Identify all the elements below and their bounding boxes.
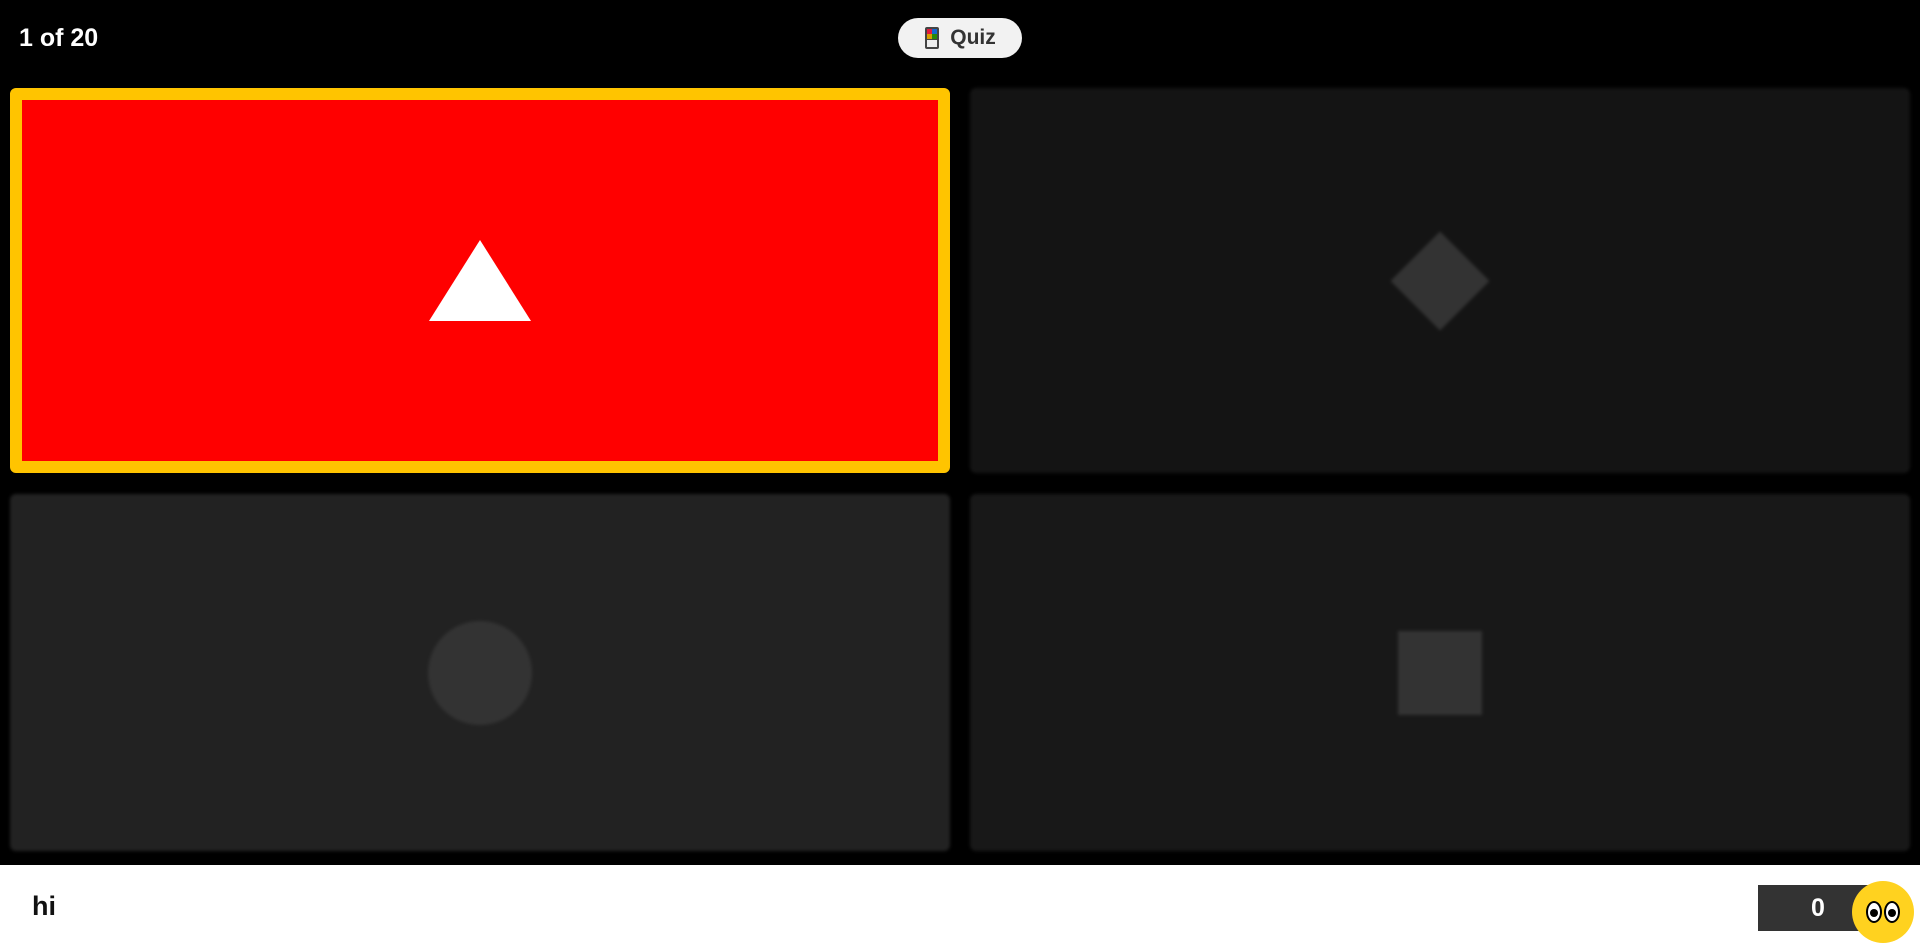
circle-icon (428, 620, 532, 725)
left-eye (1866, 901, 1882, 923)
diamond-icon (1390, 231, 1490, 330)
triangle-icon (429, 240, 531, 321)
googly-eyes-avatar-icon (1852, 881, 1914, 943)
answer-circle-button[interactable] (10, 494, 950, 851)
top-bar: 1 of 20 Quiz (0, 0, 1920, 84)
quiz-cards-icon (924, 26, 940, 50)
answer-square-button[interactable] (970, 494, 1910, 851)
bottom-bar: hi 0 (0, 865, 1920, 948)
answer-diamond-button[interactable] (970, 88, 1910, 473)
question-progress: 1 of 20 (19, 24, 99, 52)
square-icon (1398, 630, 1482, 715)
answer-triangle-button[interactable] (10, 88, 950, 473)
answer-grid (10, 88, 1910, 856)
player-name: hi (32, 891, 56, 921)
game-mode-label: Quiz (950, 26, 996, 49)
game-mode-pill: Quiz (898, 18, 1022, 58)
right-eye (1884, 901, 1900, 923)
